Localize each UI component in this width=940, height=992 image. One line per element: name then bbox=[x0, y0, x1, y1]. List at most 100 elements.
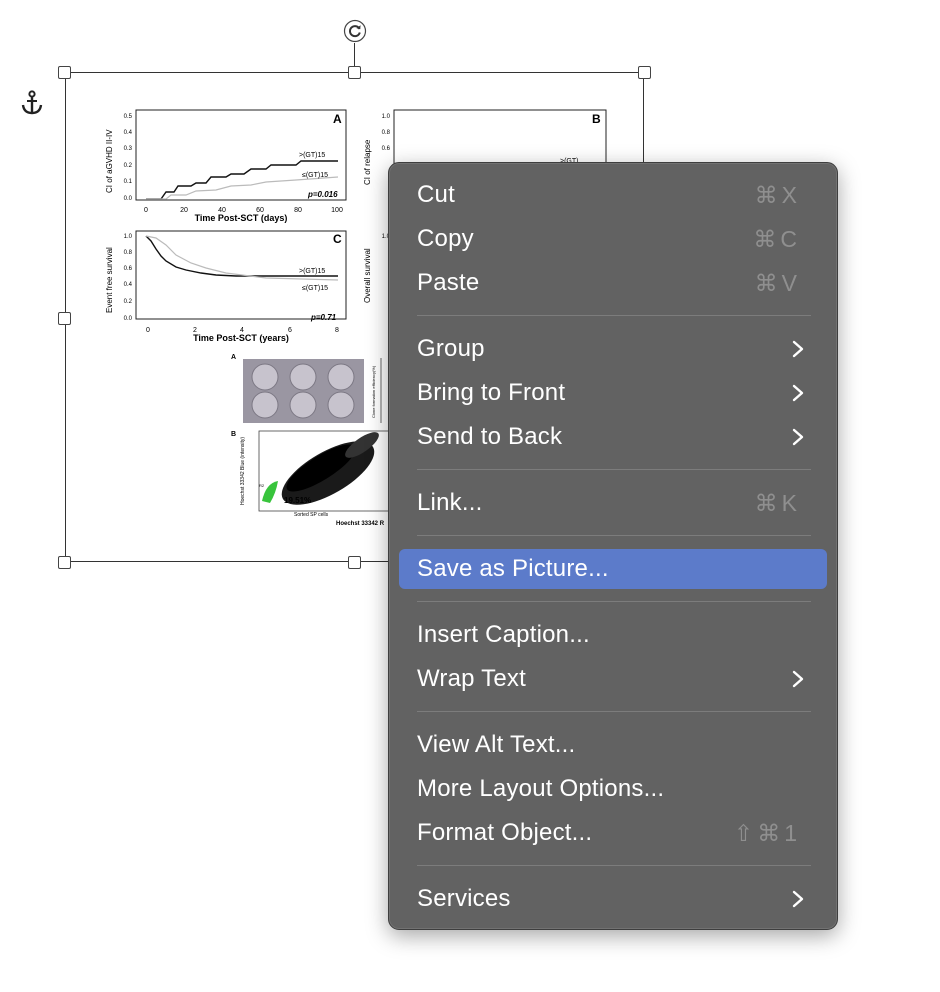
svg-text:0.4: 0.4 bbox=[124, 282, 133, 288]
svg-text:1.0: 1.0 bbox=[124, 234, 133, 240]
menu-item-label: Save as Picture... bbox=[417, 555, 609, 582]
panel-c: C Event free survival 1.0 0.8 0.6 0.4 0.… bbox=[105, 230, 347, 343]
menu-item-label: Paste bbox=[417, 269, 480, 296]
menu-item-view-alt-text[interactable]: View Alt Text... bbox=[399, 725, 827, 765]
menu-item-label: Cut bbox=[417, 181, 455, 208]
shortcut-cmd-x: ⌘X bbox=[754, 181, 801, 208]
resize-handle-left[interactable] bbox=[58, 312, 71, 325]
menu-item-label: Insert Caption... bbox=[417, 621, 590, 648]
menu-item-label: View Alt Text... bbox=[417, 731, 576, 758]
menu-separator bbox=[417, 711, 811, 712]
svg-text:0.6: 0.6 bbox=[382, 146, 391, 152]
resize-handle-top-right[interactable] bbox=[638, 66, 651, 79]
chevron-right-icon bbox=[792, 384, 804, 402]
svg-text:CI of aGVHD II-IV: CI of aGVHD II-IV bbox=[105, 129, 114, 193]
svg-text:0.2: 0.2 bbox=[124, 163, 133, 169]
svg-text:C: C bbox=[333, 232, 342, 246]
svg-text:Clone formation efficiency(%): Clone formation efficiency(%) bbox=[371, 365, 376, 418]
rotate-handle-icon[interactable] bbox=[343, 19, 367, 43]
resize-handle-bottom-left[interactable] bbox=[58, 556, 71, 569]
svg-text:Sorted SP cells: Sorted SP cells bbox=[294, 512, 329, 518]
menu-item-send-to-back[interactable]: Send to Back bbox=[399, 417, 827, 457]
svg-text:≤(GT)15: ≤(GT)15 bbox=[302, 285, 328, 292]
svg-text:CI of relapse: CI of relapse bbox=[363, 139, 372, 185]
svg-text:1.0: 1.0 bbox=[382, 114, 391, 120]
menu-item-label: Wrap Text bbox=[417, 665, 526, 692]
menu-item-label: Link... bbox=[417, 489, 483, 516]
menu-item-save-as-picture[interactable]: Save as Picture... bbox=[399, 549, 827, 589]
flow-cytometry-plot: B Hoechst 33342 Blue (intensity) R2 19.5… bbox=[231, 430, 390, 527]
svg-text:R2: R2 bbox=[259, 483, 265, 488]
menu-item-wrap-text[interactable]: Wrap Text bbox=[399, 659, 827, 699]
svg-text:0.8: 0.8 bbox=[382, 130, 391, 136]
menu-separator bbox=[417, 601, 811, 602]
svg-text:A: A bbox=[333, 112, 342, 126]
svg-text:0.6: 0.6 bbox=[124, 266, 133, 272]
menu-item-label: More Layout Options... bbox=[417, 775, 665, 802]
menu-item-link[interactable]: Link... ⌘K bbox=[399, 483, 827, 523]
svg-text:0.0: 0.0 bbox=[124, 316, 133, 322]
svg-text:0.5: 0.5 bbox=[124, 114, 133, 120]
svg-text:0: 0 bbox=[144, 207, 148, 214]
resize-handle-top-left[interactable] bbox=[58, 66, 71, 79]
svg-text:0.0: 0.0 bbox=[124, 196, 133, 202]
chevron-right-icon bbox=[792, 428, 804, 446]
svg-text:A: A bbox=[231, 354, 236, 361]
chevron-right-icon bbox=[792, 340, 804, 358]
menu-item-bring-to-front[interactable]: Bring to Front bbox=[399, 373, 827, 413]
svg-text:100: 100 bbox=[331, 207, 343, 214]
resize-handle-top[interactable] bbox=[348, 66, 361, 79]
svg-text:19.51%: 19.51% bbox=[284, 496, 311, 505]
svg-text:0: 0 bbox=[146, 327, 150, 334]
panel-a: A CI of aGVHD II-IV 0.5 0.4 0.3 0.2 0.1 … bbox=[105, 109, 347, 223]
svg-text:Overall survival: Overall survival bbox=[363, 248, 372, 303]
menu-item-copy[interactable]: Copy ⌘C bbox=[399, 219, 827, 259]
menu-item-group[interactable]: Group bbox=[399, 329, 827, 369]
svg-text:8: 8 bbox=[335, 327, 339, 334]
svg-text:0.3: 0.3 bbox=[124, 146, 133, 152]
menu-item-services[interactable]: Services bbox=[399, 879, 827, 919]
menu-item-label: Copy bbox=[417, 225, 474, 252]
svg-text:≤(GT)15: ≤(GT)15 bbox=[302, 172, 328, 179]
menu-item-label: Group bbox=[417, 335, 485, 362]
menu-separator bbox=[417, 865, 811, 866]
svg-text:Hoechst 33342 Blue (intensity): Hoechst 33342 Blue (intensity) bbox=[240, 437, 246, 505]
menu-item-insert-caption[interactable]: Insert Caption... bbox=[399, 615, 827, 655]
menu-item-label: Send to Back bbox=[417, 423, 563, 450]
svg-text:0.2: 0.2 bbox=[124, 299, 133, 305]
svg-text:0.8: 0.8 bbox=[124, 250, 133, 256]
svg-text:B: B bbox=[231, 431, 236, 438]
svg-text:p=0.016: p=0.016 bbox=[307, 190, 338, 199]
menu-separator bbox=[417, 469, 811, 470]
svg-text:p=0.71: p=0.71 bbox=[310, 313, 337, 322]
menu-item-label: Services bbox=[417, 885, 511, 912]
menu-item-cut[interactable]: Cut ⌘X bbox=[399, 175, 827, 215]
menu-item-paste[interactable]: Paste ⌘V bbox=[399, 263, 827, 303]
menu-item-more-layout-options[interactable]: More Layout Options... bbox=[399, 769, 827, 809]
menu-item-format-object[interactable]: Format Object... ⇧⌘1 bbox=[399, 813, 827, 853]
shortcut-cmd-k: ⌘K bbox=[754, 489, 801, 516]
chevron-right-icon bbox=[792, 890, 804, 908]
wells-image: A Clone formation efficiency(%) bbox=[231, 354, 382, 423]
svg-text:Time Post-SCT (days): Time Post-SCT (days) bbox=[195, 213, 288, 223]
svg-text:0.4: 0.4 bbox=[124, 130, 133, 136]
svg-text:Event free survival: Event free survival bbox=[105, 247, 114, 313]
svg-text:Time Post-SCT (years): Time Post-SCT (years) bbox=[193, 333, 289, 343]
anchor-icon bbox=[21, 90, 43, 115]
shortcut-shift-cmd-1: ⇧⌘1 bbox=[733, 819, 801, 846]
svg-text:Hoechst 33342 R: Hoechst 33342 R bbox=[336, 521, 385, 527]
svg-text:0.1: 0.1 bbox=[124, 179, 133, 185]
menu-separator bbox=[417, 315, 811, 316]
shortcut-cmd-v: ⌘V bbox=[754, 269, 801, 296]
resize-handle-bottom[interactable] bbox=[348, 556, 361, 569]
menu-separator bbox=[417, 535, 811, 536]
chevron-right-icon bbox=[792, 670, 804, 688]
svg-text:>(GT)15: >(GT)15 bbox=[299, 152, 325, 159]
menu-item-label: Format Object... bbox=[417, 819, 593, 846]
svg-text:80: 80 bbox=[294, 207, 302, 214]
svg-text:B: B bbox=[592, 112, 601, 126]
svg-text:>(GT)15: >(GT)15 bbox=[299, 268, 325, 275]
shortcut-cmd-c: ⌘C bbox=[753, 225, 801, 252]
menu-item-label: Bring to Front bbox=[417, 379, 566, 406]
context-menu: Cut ⌘X Copy ⌘C Paste ⌘V Group Bring to F… bbox=[388, 162, 838, 930]
